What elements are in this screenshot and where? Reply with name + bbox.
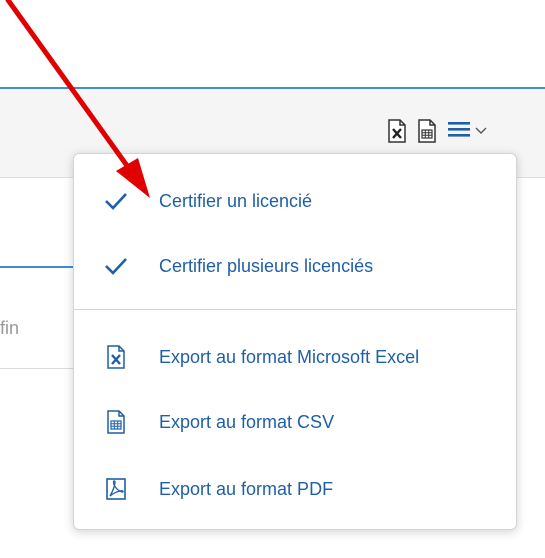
excel-icon: [102, 343, 130, 371]
menu-item-label: Certifier plusieurs licenciés: [159, 255, 374, 276]
menu-toggle-button[interactable]: [447, 119, 487, 144]
menu-item-label: Export au format PDF: [159, 478, 334, 499]
checkmark-icon: [102, 252, 130, 280]
dropdown-menu: Certifier un licencié Certifier plusieur…: [73, 153, 517, 530]
menu-item-certify-one[interactable]: Certifier un licencié: [74, 176, 516, 226]
menu-item-export-pdf[interactable]: Export au format PDF: [74, 464, 516, 514]
page: fin Certifier un licencié Certifier plus…: [0, 0, 545, 558]
checkmark-icon: [102, 187, 130, 215]
pdf-icon: [102, 475, 130, 503]
menu-item-export-excel[interactable]: Export au format Microsoft Excel: [74, 332, 516, 382]
menu-item-label: Certifier un licencié: [159, 190, 313, 211]
csv-icon[interactable]: [415, 118, 439, 144]
menu-item-label: Export au format CSV: [159, 411, 335, 432]
menu-item-certify-multiple[interactable]: Certifier plusieurs licenciés: [74, 241, 516, 291]
toolbar-actions: [385, 117, 487, 145]
csv-icon: [102, 408, 130, 436]
chevron-down-icon: [475, 122, 487, 140]
menu-divider: [74, 309, 516, 310]
background-field-text: fin: [0, 318, 20, 338]
background-tab-underline: [0, 266, 80, 268]
excel-icon[interactable]: [385, 118, 409, 144]
menu-item-label: Export au format Microsoft Excel: [159, 346, 420, 367]
menu-item-export-csv[interactable]: Export au format CSV: [74, 397, 516, 447]
hamburger-menu-icon: [447, 119, 471, 144]
